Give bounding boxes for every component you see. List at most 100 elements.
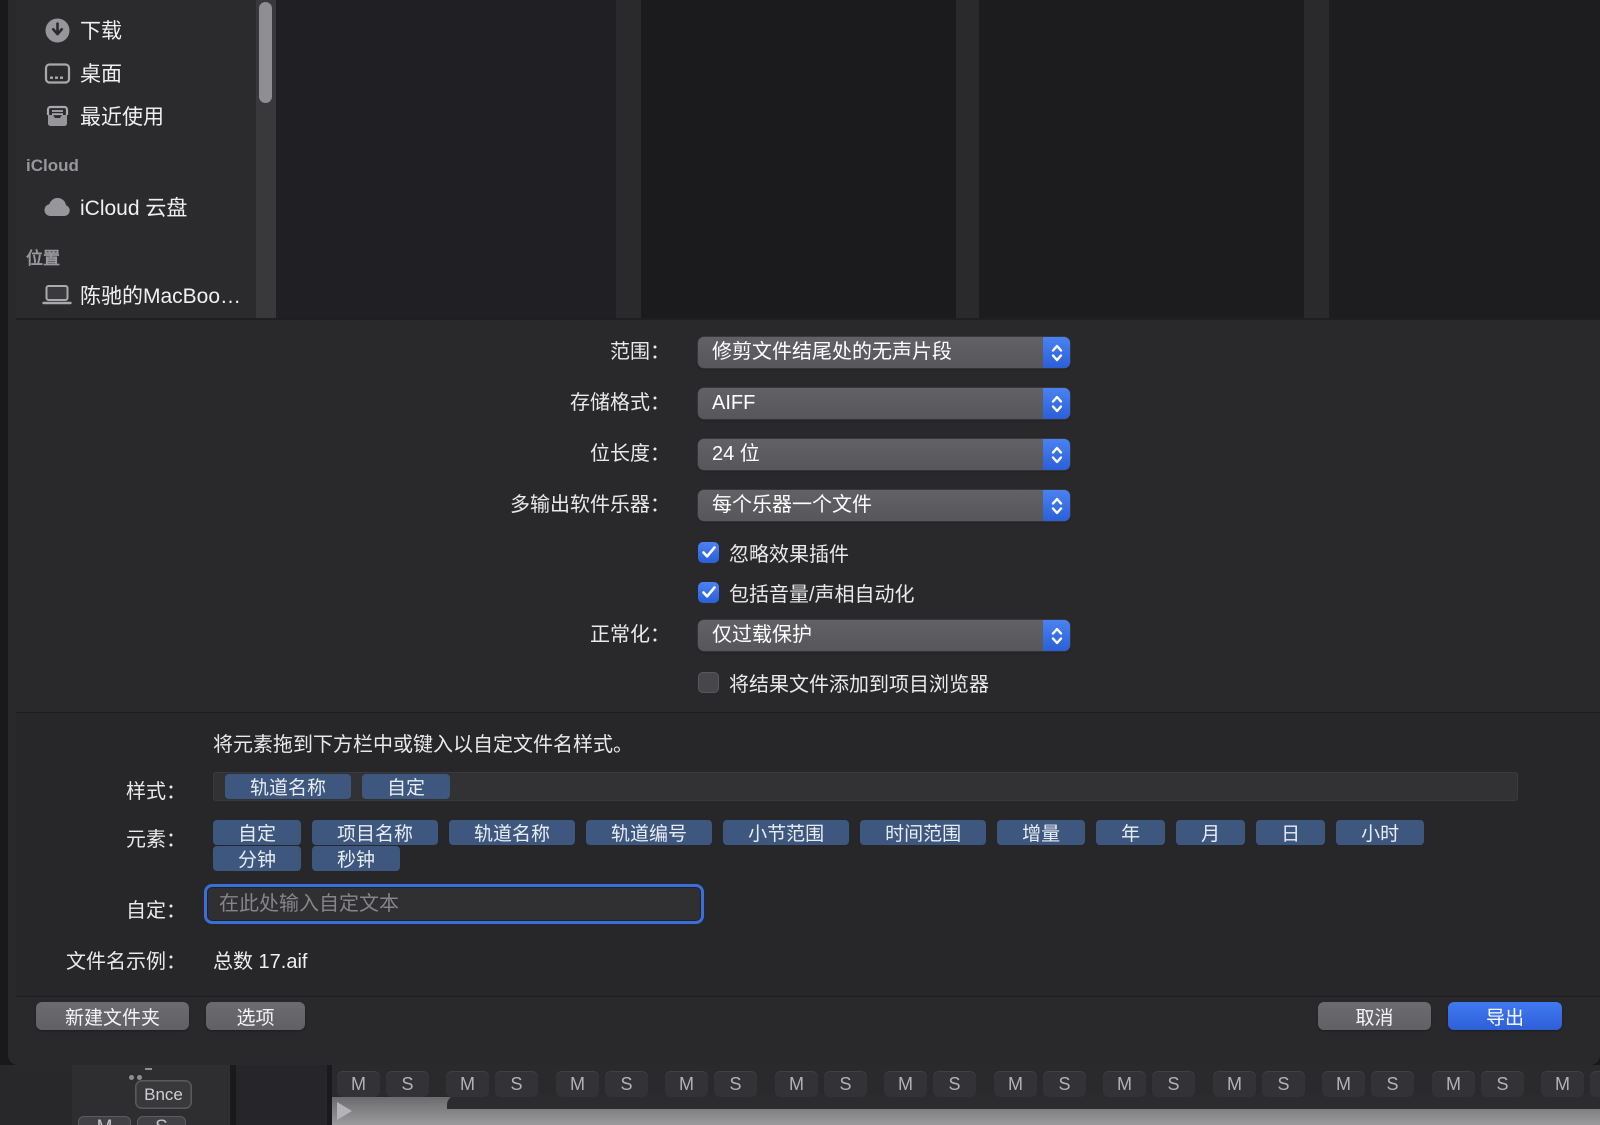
- column-divider[interactable]: [616, 0, 641, 320]
- solo-button[interactable]: S: [495, 1071, 538, 1097]
- element-tag[interactable]: 轨道名称: [449, 820, 575, 845]
- element-tag[interactable]: 小节范围: [723, 820, 849, 845]
- element-tags-row-1: 自定 项目名称 轨道名称 轨道编号 小节范围 时间范围 增量 年 月 日 小时: [213, 820, 1424, 845]
- mute-button[interactable]: M: [1322, 1071, 1365, 1097]
- solo-button[interactable]: S: [1590, 1071, 1600, 1097]
- element-tag[interactable]: 小时: [1336, 820, 1424, 845]
- solo-button[interactable]: S: [1371, 1071, 1414, 1097]
- checkbox-checked-icon: [698, 582, 719, 603]
- solo-button[interactable]: S: [714, 1071, 757, 1097]
- solo-button[interactable]: S: [1043, 1071, 1086, 1097]
- column-divider[interactable]: [956, 0, 979, 320]
- element-tag[interactable]: 年: [1096, 820, 1165, 845]
- filename-style-bar[interactable]: 轨道名称 自定: [213, 772, 1518, 801]
- sidebar-item-label: 最近使用: [80, 101, 164, 131]
- sidebar-item-label: 桌面: [80, 58, 122, 88]
- export-dialog: 下载 桌面 最近使用 iCloud iCloud 云盘: [8, 0, 1600, 1065]
- select-value: 24 位: [712, 439, 760, 470]
- browser-column-1: [276, 0, 616, 320]
- bit-depth-select[interactable]: 24 位: [698, 439, 1070, 470]
- bit-depth-label: 位长度：: [16, 439, 670, 470]
- element-tag[interactable]: 分钟: [213, 846, 301, 871]
- browser-column-3: [979, 0, 1304, 320]
- export-button[interactable]: 导出: [1448, 1002, 1562, 1030]
- solo-button[interactable]: S: [933, 1071, 976, 1097]
- download-icon: [42, 16, 72, 44]
- element-tag[interactable]: 自定: [213, 820, 301, 845]
- normalize-select[interactable]: 仅过载保护: [698, 620, 1070, 651]
- solo-button[interactable]: S: [1152, 1071, 1195, 1097]
- track-lane-header: [447, 1095, 1600, 1109]
- style-label: 样式：: [16, 775, 186, 804]
- element-tag[interactable]: 轨道编号: [586, 820, 712, 845]
- file-format-select[interactable]: AIFF: [698, 388, 1070, 419]
- solo-button[interactable]: S: [1262, 1071, 1305, 1097]
- checkbox-checked-icon: [698, 542, 719, 563]
- solo-button[interactable]: S: [386, 1071, 429, 1097]
- options-button[interactable]: 选项: [206, 1002, 305, 1030]
- range-row: 范围： 修剪文件结尾处的无声片段: [16, 337, 1600, 368]
- sidebar-item-icloud-drive[interactable]: iCloud 云盘: [16, 192, 256, 222]
- element-tag[interactable]: 时间范围: [860, 820, 986, 845]
- knob-fragment: [129, 1067, 153, 1073]
- example-filename: 总数 17.aif: [213, 945, 307, 974]
- checkbox-unchecked-icon: [698, 672, 719, 693]
- sidebar-item-recents[interactable]: 最近使用: [16, 101, 256, 131]
- style-tag[interactable]: 自定: [362, 774, 450, 799]
- element-tag[interactable]: 日: [1256, 820, 1325, 845]
- recents-icon: [42, 102, 72, 130]
- range-select[interactable]: 修剪文件结尾处的无声片段: [698, 337, 1070, 368]
- sidebar-item-macbook[interactable]: 陈驰的MacBoo…: [16, 280, 256, 310]
- file-format-row: 存储格式： AIFF: [16, 388, 1600, 419]
- bounce-track-label[interactable]: Bnce: [135, 1080, 192, 1109]
- custom-text-input[interactable]: [204, 884, 704, 924]
- cancel-button[interactable]: 取消: [1318, 1002, 1431, 1030]
- bit-depth-row: 位长度： 24 位: [16, 439, 1600, 470]
- mute-button[interactable]: M: [446, 1071, 489, 1097]
- element-tag[interactable]: 项目名称: [312, 820, 438, 845]
- mute-button[interactable]: M: [994, 1071, 1037, 1097]
- style-tag[interactable]: 轨道名称: [225, 774, 351, 799]
- checkbox-include-automation[interactable]: 包括音量/声相自动化: [698, 581, 915, 603]
- checkbox-bypass-effect-plugins[interactable]: 忽略效果插件: [698, 541, 849, 563]
- mute-button[interactable]: M: [556, 1071, 599, 1097]
- mute-button[interactable]: M: [337, 1071, 380, 1097]
- solo-button[interactable]: S: [605, 1071, 648, 1097]
- mute-button[interactable]: M: [1541, 1071, 1584, 1097]
- browser-column-4: [1329, 0, 1600, 320]
- element-tags-row-2: 分钟 秒钟: [213, 846, 400, 871]
- column-divider[interactable]: [1304, 0, 1329, 320]
- footer-divider: [16, 996, 1600, 997]
- mute-button[interactable]: M: [665, 1071, 708, 1097]
- cloud-icon: [42, 193, 72, 221]
- sidebar-item-label: 下载: [80, 15, 122, 45]
- mute-button[interactable]: M: [775, 1071, 818, 1097]
- new-folder-button[interactable]: 新建文件夹: [36, 1002, 189, 1030]
- mute-button[interactable]: M: [78, 1116, 131, 1125]
- file-format-label: 存储格式：: [16, 388, 670, 419]
- element-tag[interactable]: 月: [1176, 820, 1245, 845]
- multi-output-select[interactable]: 每个乐器一个文件: [698, 490, 1070, 521]
- checkbox-label: 忽略效果插件: [729, 538, 849, 567]
- chevron-up-down-icon: [1043, 620, 1070, 651]
- checkbox-add-to-project-browser[interactable]: 将结果文件添加到项目浏览器: [698, 671, 989, 693]
- sidebar-item-downloads[interactable]: 下载: [16, 15, 256, 45]
- disclosure-triangle-icon[interactable]: [337, 1102, 352, 1120]
- sidebar-item-desktop[interactable]: 桌面: [16, 58, 256, 88]
- mute-button[interactable]: M: [1213, 1071, 1256, 1097]
- browser-bottom-line: [16, 318, 1600, 320]
- mute-button[interactable]: M: [1103, 1071, 1146, 1097]
- laptop-icon: [42, 281, 72, 309]
- solo-button[interactable]: S: [1481, 1071, 1524, 1097]
- chevron-up-down-icon: [1043, 490, 1070, 521]
- select-value: 仅过载保护: [712, 620, 812, 651]
- solo-button[interactable]: S: [824, 1071, 867, 1097]
- solo-button[interactable]: S: [137, 1116, 186, 1125]
- mute-button[interactable]: M: [884, 1071, 927, 1097]
- element-tag[interactable]: 秒钟: [312, 846, 400, 871]
- strip-panel: [236, 1065, 327, 1125]
- sidebar-scrollbar-thumb[interactable]: [259, 2, 272, 103]
- select-value: AIFF: [712, 388, 755, 419]
- mute-button[interactable]: M: [1432, 1071, 1475, 1097]
- element-tag[interactable]: 增量: [997, 820, 1085, 845]
